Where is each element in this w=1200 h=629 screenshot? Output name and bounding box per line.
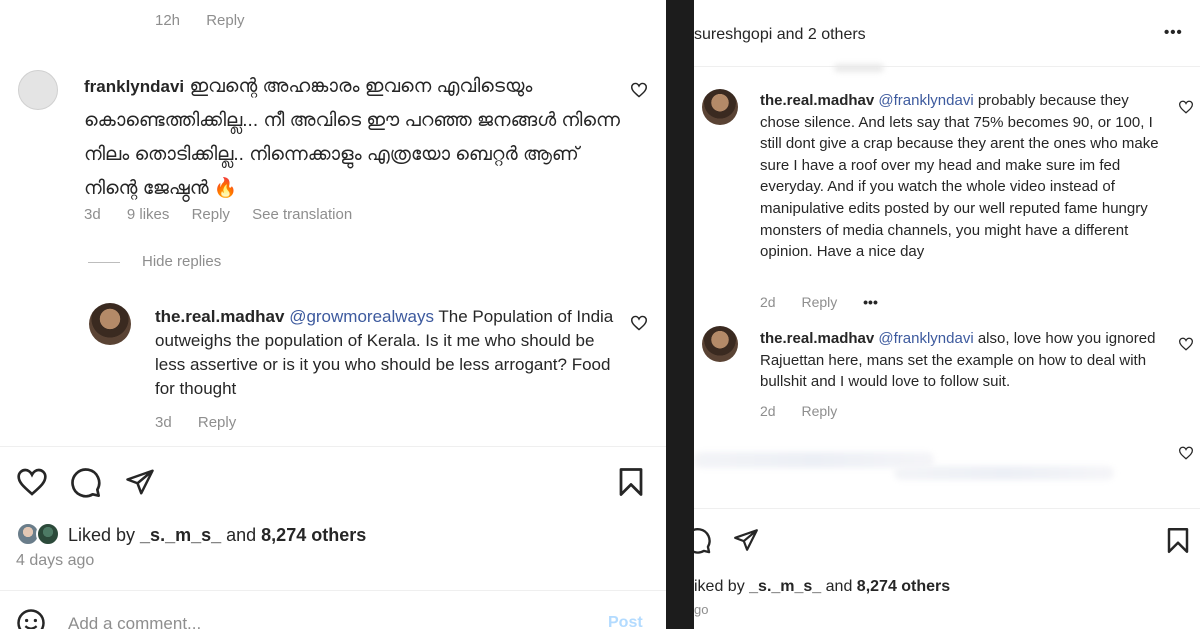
section-divider bbox=[0, 446, 666, 447]
section-divider bbox=[694, 508, 1200, 509]
post-header-title[interactable]: sureshgopi and 2 others bbox=[694, 26, 866, 44]
comment-text: probably because they chose silence. And… bbox=[760, 92, 1159, 261]
comment-username[interactable]: franklyndavi bbox=[84, 77, 184, 96]
like-comment-heart-icon[interactable] bbox=[1178, 337, 1194, 351]
comment-username[interactable]: the.real.madhav bbox=[760, 330, 874, 347]
comment-time: 12h bbox=[155, 12, 181, 29]
reply-body: the.real.madhav @growmorealways The Popu… bbox=[155, 305, 615, 401]
right-post-panel: sureshgopi and 2 others ••• the.real.mad… bbox=[694, 0, 1200, 629]
mention-link[interactable]: @franklyndavi bbox=[878, 92, 973, 109]
post-age: 4 days ago bbox=[16, 552, 95, 569]
liker-username[interactable]: _s._m_s_ bbox=[749, 578, 821, 595]
top-comment-meta: 12h Reply bbox=[155, 12, 267, 29]
likes-count[interactable]: 8,274 others bbox=[857, 578, 950, 595]
reply-button[interactable]: Reply bbox=[206, 12, 244, 29]
header-divider bbox=[694, 66, 1200, 67]
reply-username[interactable]: the.real.madhav bbox=[155, 307, 284, 326]
comment-body: the.real.madhav @franklyndavi probably b… bbox=[760, 90, 1170, 263]
comment-options-icon[interactable]: ••• bbox=[863, 294, 878, 310]
reply-meta: 3d Reply bbox=[155, 414, 258, 431]
comment-meta: 2d Reply bbox=[760, 403, 859, 419]
avatar[interactable] bbox=[702, 326, 738, 362]
like-heart-icon[interactable] bbox=[16, 467, 48, 497]
liked-by-text: iked by _s._m_s_ and 8,274 others bbox=[694, 578, 951, 595]
likes-count[interactable]: 9 likes bbox=[127, 206, 170, 223]
reply-button[interactable]: Reply bbox=[192, 206, 230, 223]
comment-body: franklyndavi ഇവന്റെ അഹങ്കാരം ഇവനെ എവിടെയ… bbox=[84, 70, 624, 206]
see-translation-link[interactable]: See translation bbox=[252, 206, 352, 223]
post-button[interactable]: Post bbox=[608, 614, 643, 629]
blurred-content bbox=[894, 466, 1114, 480]
comment-body: the.real.madhav @franklyndavi also, love… bbox=[760, 328, 1170, 393]
mention-link[interactable]: @growmorealways bbox=[289, 307, 434, 326]
comment-time: 3d bbox=[84, 206, 101, 223]
more-options-icon[interactable]: ••• bbox=[1164, 24, 1183, 41]
likes-count[interactable]: 8,274 others bbox=[261, 525, 366, 545]
like-comment-heart-icon[interactable] bbox=[1178, 100, 1194, 114]
comment-username[interactable]: the.real.madhav bbox=[760, 92, 874, 109]
liked-by-text: Liked by _s._m_s_ and 8,274 others bbox=[68, 525, 367, 545]
avatar[interactable] bbox=[18, 70, 58, 110]
like-comment-heart-icon[interactable] bbox=[630, 82, 648, 98]
blurred-content bbox=[834, 64, 884, 72]
comment-time: 2d bbox=[760, 403, 776, 419]
post-age: go bbox=[694, 602, 709, 617]
like-reply-heart-icon[interactable] bbox=[630, 315, 648, 331]
section-divider bbox=[0, 590, 666, 591]
reply-button[interactable]: Reply bbox=[801, 294, 837, 310]
comment-meta: 2d Reply ••• bbox=[760, 294, 900, 310]
hide-replies-button[interactable]: Hide replies bbox=[142, 253, 221, 270]
liker-avatar[interactable] bbox=[36, 522, 60, 546]
replies-divider bbox=[88, 262, 120, 263]
reply-time: 3d bbox=[155, 414, 172, 431]
share-paper-plane-icon[interactable] bbox=[124, 467, 156, 497]
emoji-icon[interactable] bbox=[16, 608, 46, 629]
left-post-panel: 12h Reply franklyndavi ഇവന്റെ അഹങ്കാരം ഇ… bbox=[0, 0, 666, 629]
save-bookmark-icon[interactable] bbox=[618, 467, 644, 497]
reply-button[interactable]: Reply bbox=[801, 403, 837, 419]
share-paper-plane-icon[interactable] bbox=[732, 527, 760, 553]
mention-link[interactable]: @franklyndavi bbox=[878, 330, 973, 347]
avatar[interactable] bbox=[89, 303, 131, 345]
liker-username[interactable]: _s._m_s_ bbox=[140, 525, 221, 545]
add-comment-input[interactable]: Add a comment... bbox=[68, 614, 201, 629]
avatar[interactable] bbox=[702, 89, 738, 125]
save-bookmark-icon[interactable] bbox=[1166, 527, 1190, 554]
comment-bubble-icon[interactable] bbox=[70, 467, 102, 499]
like-comment-heart-icon[interactable] bbox=[1178, 446, 1194, 460]
comment-time: 2d bbox=[760, 294, 776, 310]
reply-button[interactable]: Reply bbox=[198, 414, 236, 431]
comment-bubble-icon[interactable] bbox=[694, 527, 712, 555]
comment-meta: 3d 9 likes Reply See translation bbox=[84, 206, 374, 223]
panel-divider bbox=[666, 0, 694, 629]
